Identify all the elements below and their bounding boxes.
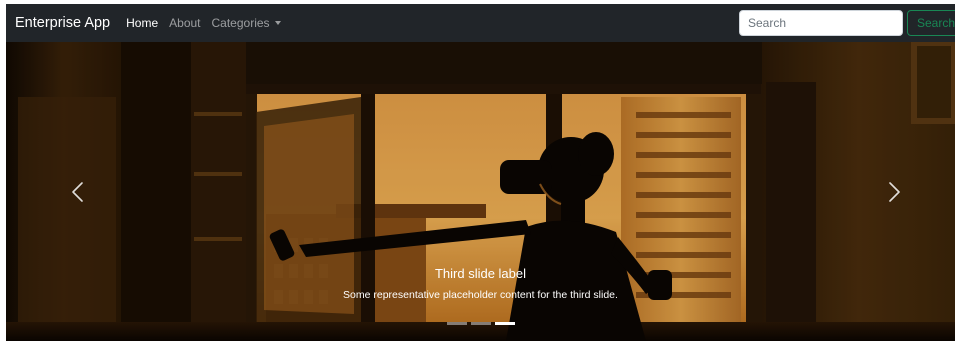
search-input[interactable] [739,10,903,36]
nav-dropdown-categories[interactable]: Categories [212,16,281,30]
indicator-slide-2[interactable] [470,322,491,325]
carousel-indicators [6,322,955,325]
brand-link[interactable]: Enterprise App [15,15,110,31]
carousel-caption: Third slide label Some representative pl… [6,265,955,302]
app-frame: Enterprise App Home About Categories Sea… [6,4,955,341]
chevron-right-icon [889,181,900,202]
indicator-slide-1[interactable] [446,322,467,325]
nav-link-about[interactable]: About [169,16,200,30]
caret-down-icon [274,20,281,25]
carousel: Third slide label Some representative pl… [6,42,955,341]
indicator-slide-3[interactable] [494,322,515,325]
caption-title: Third slide label [434,266,527,281]
navbar: Enterprise App Home About Categories Sea… [6,4,955,42]
search-button[interactable]: Search [907,10,955,36]
caption-text: Some representative placeholder content … [343,289,618,301]
nav-link-home[interactable]: Home [126,16,158,30]
nav-dropdown-label: Categories [211,16,270,30]
chevron-left-icon [72,181,83,202]
